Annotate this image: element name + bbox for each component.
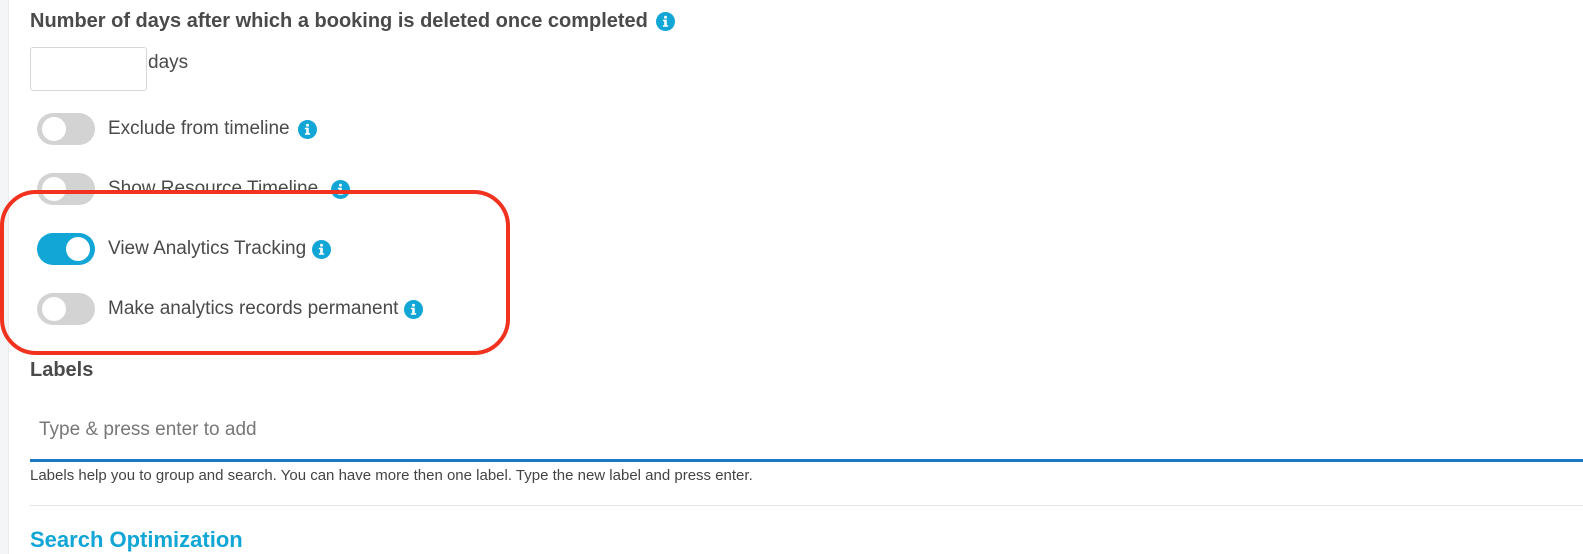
search-optimization-heading[interactable]: Search Optimization: [30, 527, 243, 553]
toggle-knob: [66, 237, 90, 261]
deletion-days-title: Number of days after which a booking is …: [30, 10, 648, 32]
toggle-row-resource-timeline: Show Resource Timeline: [37, 172, 351, 206]
info-icon[interactable]: [655, 12, 675, 31]
info-icon[interactable]: [404, 299, 424, 319]
info-icon[interactable]: [331, 179, 351, 199]
deletion-days-heading: Number of days after which a booking is …: [30, 10, 675, 33]
highlight-annotation-box: [0, 190, 510, 355]
days-suffix-label: days: [148, 52, 189, 73]
analytics-permanent-toggle[interactable]: [37, 293, 95, 325]
labels-help-text: Labels help you to group and search. You…: [30, 467, 753, 484]
toggle-row-analytics-tracking: View Analytics Tracking: [37, 232, 332, 266]
toggle-knob: [42, 117, 66, 141]
toggle-row-exclude-timeline: Exclude from timeline: [37, 112, 317, 146]
labels-input[interactable]: [30, 400, 1583, 462]
info-icon[interactable]: [312, 239, 332, 259]
labels-heading: Labels: [30, 359, 94, 381]
toggle-knob: [42, 177, 66, 201]
toggle-row-analytics-permanent: Make analytics records permanent: [37, 292, 424, 326]
exclude-timeline-toggle[interactable]: [37, 113, 95, 145]
resource-timeline-toggle[interactable]: [37, 173, 95, 205]
analytics-permanent-label: Make analytics records permanent: [108, 298, 399, 319]
analytics-tracking-label: View Analytics Tracking: [108, 238, 307, 259]
settings-page: Number of days after which a booking is …: [0, 0, 1583, 554]
left-rail: [0, 0, 9, 554]
toggle-knob: [42, 297, 66, 321]
info-icon[interactable]: [297, 119, 317, 139]
exclude-timeline-label: Exclude from timeline: [108, 118, 290, 139]
resource-timeline-label: Show Resource Timeline: [108, 178, 319, 199]
analytics-tracking-toggle[interactable]: [37, 233, 95, 265]
section-divider: [30, 505, 1583, 506]
deletion-days-input[interactable]: [30, 47, 147, 91]
